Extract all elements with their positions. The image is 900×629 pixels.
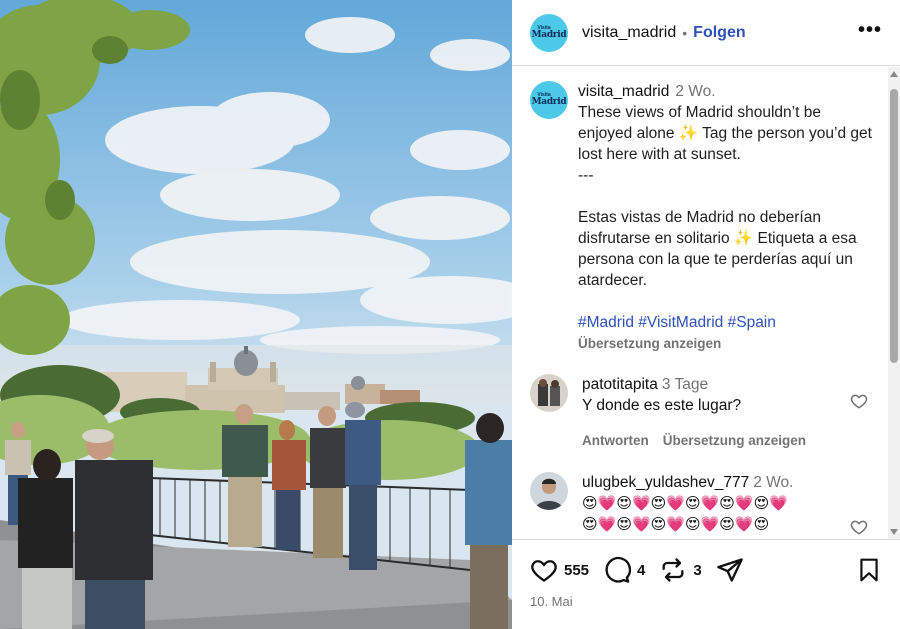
like-action[interactable]: 555 xyxy=(530,556,589,584)
repost-count[interactable]: 3 xyxy=(693,562,701,579)
commenter-username[interactable]: patotitapita xyxy=(582,376,658,393)
caption-time[interactable]: 2 Wo. xyxy=(675,83,715,100)
scroll-up-arrow-icon[interactable] xyxy=(890,71,898,77)
separator-dot: • xyxy=(682,24,688,41)
comment-time[interactable]: 3 Tage xyxy=(662,376,708,393)
commenter-avatar[interactable] xyxy=(530,374,568,412)
post-photo[interactable] xyxy=(0,0,512,629)
comment-time[interactable]: 2 Wo. xyxy=(753,474,793,491)
comment-body: ulugbek_yuldashev_777 2 Wo. 😍💗😍💗😍💗😍💗😍💗😍💗 … xyxy=(582,472,852,535)
like-count[interactable]: 555 xyxy=(564,562,589,579)
reply-button[interactable]: Antworten xyxy=(582,433,649,448)
caption-body: visita_madrid 2 Wo. These views of Madrid… xyxy=(578,81,878,354)
scroll-down-arrow-icon[interactable] xyxy=(890,529,898,535)
caption-divider: --- xyxy=(578,167,594,184)
comment-bubble-icon[interactable] xyxy=(603,556,632,584)
caption-hashtags[interactable]: #Madrid #VisitMadrid #Spain xyxy=(578,312,878,333)
post-author-username[interactable]: visita_madrid xyxy=(582,24,676,42)
avatar-logo-text: Madrid xyxy=(531,97,567,107)
avatar[interactable]: Visita Madrid xyxy=(530,81,568,119)
commenter-avatar[interactable] xyxy=(530,472,568,510)
comment-body: patotitapita 3 Tage Y donde es este lugar… xyxy=(582,374,842,451)
post-date[interactable]: 10. Mai xyxy=(530,594,573,609)
caption-text-spanish: Estas vistas de Madrid no deberían disfr… xyxy=(578,209,861,289)
caption-text-english: These views of Madrid shouldn’t be enjoy… xyxy=(578,104,877,163)
heart-icon[interactable] xyxy=(530,556,558,584)
see-translation-link[interactable]: Übersetzung anzeigen xyxy=(578,333,878,354)
avatar-logo-text: Madrid xyxy=(531,29,567,40)
comments-list[interactable]: Visita Madrid visita_madrid 2 Wo. These v… xyxy=(512,67,888,539)
madrid-photo xyxy=(0,0,512,629)
comment-emoji-line: 😍💗😍💗😍💗😍💗😍💗😍 xyxy=(582,516,770,533)
repost-action[interactable]: 3 xyxy=(659,556,702,584)
comment-count[interactable]: 4 xyxy=(637,562,645,579)
action-bar: 555 4 3 xyxy=(530,556,758,584)
share-action[interactable] xyxy=(716,556,744,584)
send-paper-plane-icon[interactable] xyxy=(716,556,744,584)
comment-text: Y donde es este lugar? xyxy=(582,397,742,414)
like-comment-heart-icon[interactable] xyxy=(850,518,868,536)
follow-button[interactable]: Folgen xyxy=(693,24,745,42)
see-translation-link[interactable]: Übersetzung anzeigen xyxy=(663,433,806,448)
more-options-icon[interactable]: ••• xyxy=(858,19,882,42)
post-footer: 555 4 3 10. Mai xyxy=(512,539,900,629)
commenter-username[interactable]: ulugbek_yuldashev_777 xyxy=(582,474,749,491)
scrollbar-thumb[interactable] xyxy=(890,89,898,363)
caption-username[interactable]: visita_madrid xyxy=(578,83,669,100)
repost-icon[interactable] xyxy=(659,556,687,584)
like-comment-heart-icon[interactable] xyxy=(850,392,868,410)
avatar[interactable]: Visita Madrid xyxy=(530,13,568,52)
bookmark-icon[interactable] xyxy=(856,556,882,584)
comment-action[interactable]: 4 xyxy=(603,556,645,584)
avatar-photo xyxy=(530,472,568,510)
comment-actions: Antworten Übersetzung anzeigen xyxy=(582,430,842,451)
comments-scrollbar[interactable] xyxy=(888,67,900,539)
post-header: Visita Madrid visita_madrid • Folgen ••• xyxy=(512,0,900,66)
post-detail-panel: Visita Madrid visita_madrid • Folgen •••… xyxy=(512,0,900,629)
comment-emoji-line: 😍💗😍💗😍💗😍💗😍💗😍💗 xyxy=(582,495,788,512)
avatar-photo xyxy=(530,374,568,412)
